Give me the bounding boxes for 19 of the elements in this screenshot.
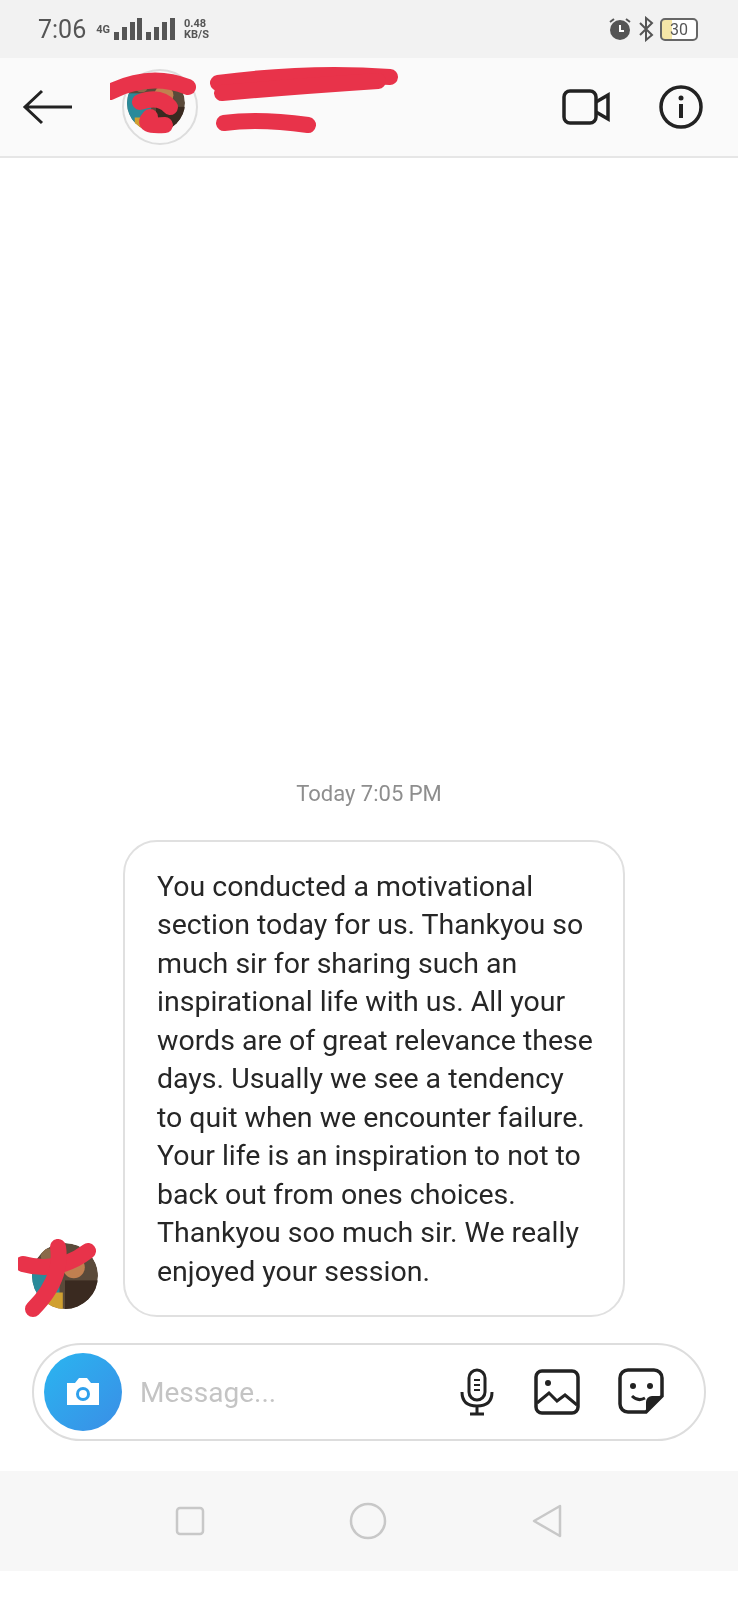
message-field[interactable]: Message... (138, 1374, 458, 1410)
speed-value: 0.48 (184, 18, 208, 29)
bluetooth-icon (638, 16, 654, 42)
signal-icon (146, 18, 177, 40)
alarm-icon (608, 17, 632, 41)
signal-icon (114, 18, 143, 40)
speed-unit: KB/S (184, 29, 209, 40)
message-bubble: You conducted a motivational section today for us. Thankyou so much sir for sharing such an inspirational life with us. All your words are of great relevance these days. Usually we see a tendency to quit when we encounter failure. Your life is an inspiration to not to back out from ones choices. Thankyou soo much sir. We really enjoyed your session. (123, 839, 625, 1317)
camera-button[interactable] (44, 1353, 122, 1431)
microphone-icon[interactable] (458, 1368, 496, 1416)
gallery-icon[interactable] (534, 1369, 580, 1415)
info-icon[interactable] (658, 84, 704, 130)
network-type: 4G (96, 23, 111, 35)
battery-level: 30 (660, 17, 698, 41)
back-icon[interactable] (22, 89, 74, 125)
timestamp: Today 7:05 PM (295, 780, 443, 806)
sticker-icon[interactable] (618, 1368, 666, 1416)
clock: 7:06 (38, 14, 87, 44)
video-call-icon[interactable] (562, 87, 612, 127)
